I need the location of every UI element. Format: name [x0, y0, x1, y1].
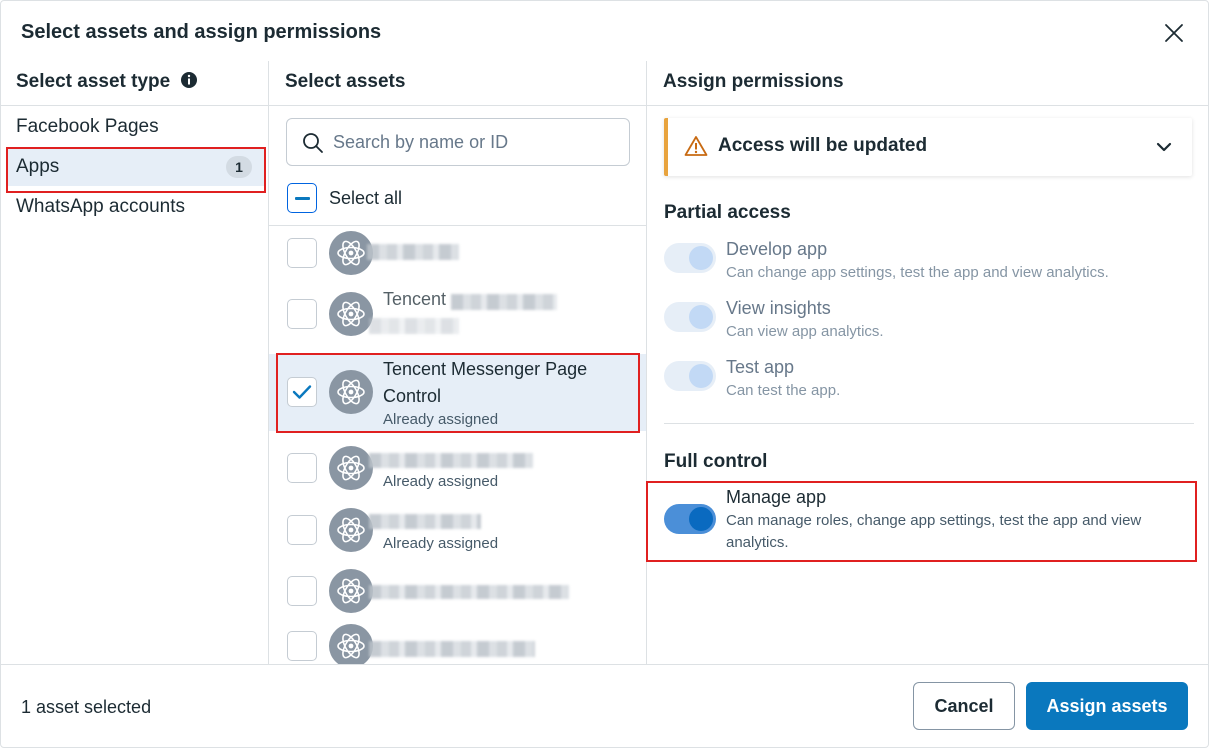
- search-icon: [303, 133, 323, 153]
- permission-description: Can view app analytics.: [726, 323, 884, 340]
- selection-count: 1 asset selected: [21, 697, 152, 717]
- select-all-label: Select all: [329, 188, 403, 208]
- partial-access-title: Partial access: [664, 202, 791, 223]
- test-app-toggle[interactable]: [664, 361, 716, 391]
- permission-description: Can change app settings, test the app an…: [726, 264, 1109, 281]
- asset-row[interactable]: Tencent: [269, 284, 646, 344]
- permission-description: Can manage roles, change app settings, t…: [726, 512, 1142, 551]
- asset-row[interactable]: [269, 223, 646, 283]
- redacted-text: [369, 641, 535, 657]
- redacted-text: [367, 244, 459, 260]
- view-insights-toggle[interactable]: [664, 302, 716, 332]
- permissions-column: Assign permissions Access will be update…: [646, 61, 1209, 664]
- manage-app-toggle[interactable]: [664, 504, 716, 534]
- asset-checkbox[interactable]: [287, 453, 317, 483]
- app-icon: [329, 370, 373, 414]
- asset-checkbox[interactable]: [287, 631, 317, 661]
- asset-row[interactable]: Already assigned: [269, 500, 646, 560]
- app-icon: [329, 569, 373, 613]
- asset-type-label: WhatsApp accounts: [16, 196, 185, 217]
- asset-type-header: Select asset type: [1, 61, 268, 106]
- assign-permissions-dialog: Select assets and assign permissions Sel…: [0, 0, 1209, 748]
- count-badge: 1: [226, 156, 252, 178]
- select-all-checkbox[interactable]: [287, 183, 317, 213]
- permissions-header: Assign permissions: [647, 61, 1209, 106]
- redacted-text: [451, 294, 557, 310]
- app-icon: [329, 508, 373, 552]
- app-icon: [329, 624, 373, 664]
- search-box: [286, 118, 630, 166]
- asset-type-header-label: Select asset type: [16, 71, 171, 92]
- develop-app-toggle[interactable]: [664, 243, 716, 273]
- dialog-body: Select asset type Facebook Pages Apps 1 …: [1, 61, 1209, 664]
- asset-checkbox[interactable]: [287, 576, 317, 606]
- asset-checkbox[interactable]: [287, 299, 317, 329]
- assets-column: Select assets Select all: [269, 61, 647, 664]
- cancel-button[interactable]: Cancel: [913, 682, 1015, 730]
- assign-assets-button[interactable]: Assign assets: [1026, 682, 1188, 730]
- divider: [664, 423, 1194, 424]
- dialog-title: Select assets and assign permissions: [21, 21, 382, 43]
- redacted-text: [369, 514, 481, 529]
- app-icon: [329, 446, 373, 490]
- close-icon[interactable]: [1162, 21, 1186, 45]
- permission-label: Test app: [726, 357, 795, 377]
- warning-icon: [684, 136, 708, 156]
- asset-checkbox[interactable]: [287, 238, 317, 268]
- full-control-title: Full control: [664, 451, 768, 472]
- asset-name: Tencent Messenger Page Control: [383, 359, 588, 406]
- permission-description: Can test the app.: [726, 382, 841, 399]
- asset-type-apps[interactable]: Apps 1: [8, 148, 264, 186]
- permission-label: Manage app: [726, 487, 827, 507]
- asset-row[interactable]: [269, 561, 646, 621]
- permission-label: Develop app: [726, 239, 828, 259]
- dialog-footer: 1 asset selected Cancel Assign assets: [1, 664, 1208, 748]
- asset-name: Tencent: [383, 289, 447, 309]
- asset-status: Already assigned: [383, 411, 499, 428]
- redacted-text: [369, 453, 533, 468]
- search-input[interactable]: [333, 119, 623, 165]
- asset-row-selected[interactable]: Tencent Messenger Page Control Already a…: [269, 354, 646, 431]
- redacted-text: [369, 585, 569, 599]
- asset-type-column: Select asset type Facebook Pages Apps 1 …: [1, 61, 269, 664]
- app-icon: [329, 292, 373, 336]
- asset-status: Already assigned: [383, 535, 499, 552]
- asset-type-label: Facebook Pages: [16, 116, 159, 137]
- chevron-down-icon[interactable]: [1156, 139, 1172, 155]
- asset-type-whatsapp-accounts[interactable]: WhatsApp accounts: [8, 188, 264, 226]
- asset-checkbox-checked[interactable]: [287, 377, 317, 407]
- asset-type-label: Apps: [16, 156, 60, 177]
- asset-type-facebook-pages[interactable]: Facebook Pages: [8, 108, 264, 146]
- info-icon[interactable]: [180, 71, 198, 95]
- access-notice[interactable]: Access will be updated: [664, 118, 1192, 176]
- asset-row[interactable]: [269, 616, 646, 664]
- permission-label: View insights: [726, 298, 831, 318]
- asset-row[interactable]: Already assigned: [269, 438, 646, 498]
- notice-text: Access will be updated: [718, 135, 928, 156]
- dialog-header: Select assets and assign permissions: [1, 1, 1208, 61]
- assets-header: Select assets: [269, 61, 646, 106]
- asset-checkbox[interactable]: [287, 515, 317, 545]
- redacted-text: [369, 318, 459, 334]
- asset-status: Already assigned: [383, 473, 499, 490]
